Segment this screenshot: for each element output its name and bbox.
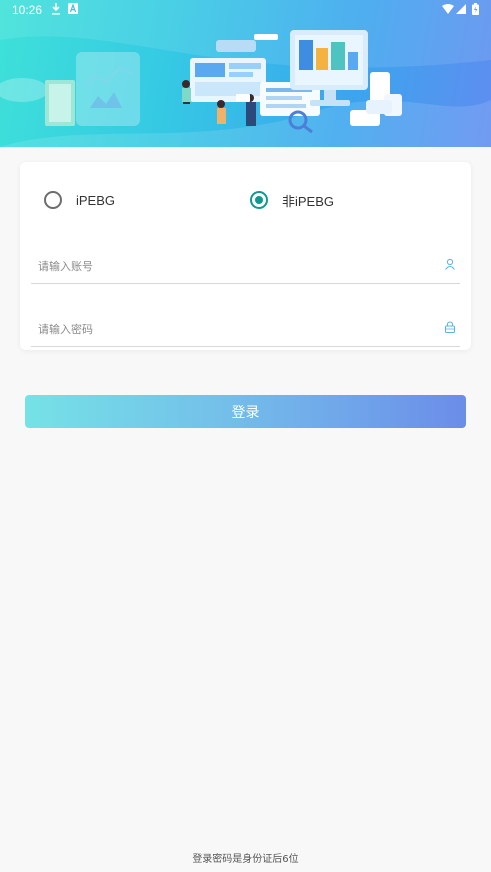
radio-non-ipebg-indicator[interactable] <box>250 191 268 209</box>
radio-non-ipebg-label: 非iPEBG <box>282 193 335 209</box>
account-field <box>31 247 460 284</box>
radio-ipebg-label: iPEBG <box>76 192 116 208</box>
lock-icon <box>445 321 455 333</box>
login-button[interactable]: 登录 <box>25 395 466 428</box>
header-banner: 10:26 <box>0 0 491 147</box>
wifi-icon <box>442 4 454 14</box>
account-input[interactable] <box>36 253 430 279</box>
radio-ipebg[interactable]: iPEBG <box>44 188 115 212</box>
password-hint: 登录密码是身份证后6位 <box>192 854 299 865</box>
banner-illustration <box>0 0 491 147</box>
download-icon <box>52 3 60 15</box>
battery-icon <box>472 3 479 15</box>
login-card: iPEBG 非iPEBG <box>20 162 471 350</box>
status-bar: 10:26 <box>0 0 491 22</box>
radio-ipebg-indicator[interactable] <box>44 191 62 209</box>
password-field <box>31 310 460 347</box>
cellular-signal-icon <box>456 4 466 14</box>
notification-a-icon <box>68 3 78 14</box>
user-icon <box>445 258 455 270</box>
status-time: 10:26 <box>12 3 43 17</box>
password-input[interactable] <box>36 316 430 342</box>
radio-non-ipebg[interactable]: 非iPEBG <box>250 188 334 212</box>
